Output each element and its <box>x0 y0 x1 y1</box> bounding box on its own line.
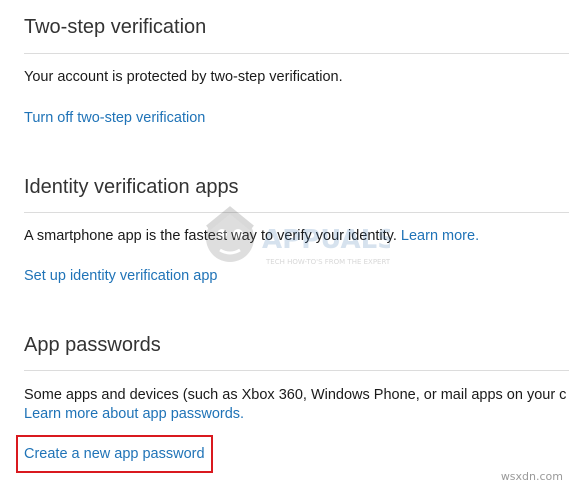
divider <box>24 370 569 371</box>
app-passwords-heading: App passwords <box>24 334 161 356</box>
identity-apps-heading: Identity verification apps <box>24 176 239 198</box>
site-watermark: wsxdn.com <box>500 470 563 483</box>
app-passwords-description: Some apps and devices (such as Xbox 360,… <box>24 387 567 403</box>
learn-more-link[interactable]: Learn more. <box>401 228 479 244</box>
identity-apps-description-line: A smartphone app is the fastest way to v… <box>24 227 479 245</box>
divider <box>24 212 569 213</box>
divider <box>24 53 569 54</box>
two-step-description: Your account is protected by two-step ve… <box>24 69 343 85</box>
svg-text:TECH HOW-TO'S FROM THE EXPERTS: TECH HOW-TO'S FROM THE EXPERTS! <box>265 258 390 266</box>
learn-more-app-passwords-link[interactable]: Learn more about app passwords. <box>24 405 244 423</box>
setup-identity-app-link[interactable]: Set up identity verification app <box>24 267 217 285</box>
two-step-heading: Two-step verification <box>24 16 207 38</box>
identity-apps-description: A smartphone app is the fastest way to v… <box>24 228 397 244</box>
turn-off-two-step-link[interactable]: Turn off two-step verification <box>24 109 205 127</box>
highlight-box <box>16 435 213 473</box>
